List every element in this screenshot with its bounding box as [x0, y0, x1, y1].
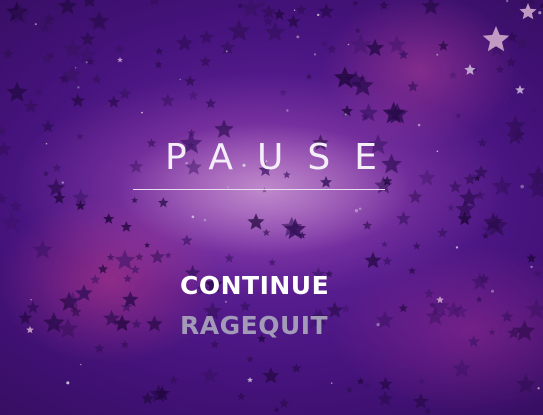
title-divider — [133, 189, 385, 190]
pause-menu: CONTINUE RAGEQUIT — [180, 266, 329, 346]
pause-overlay — [0, 0, 543, 415]
pause-title: PAUSE — [165, 137, 401, 178]
ragequit-button[interactable]: RAGEQUIT — [180, 306, 329, 346]
continue-button[interactable]: CONTINUE — [180, 266, 329, 306]
